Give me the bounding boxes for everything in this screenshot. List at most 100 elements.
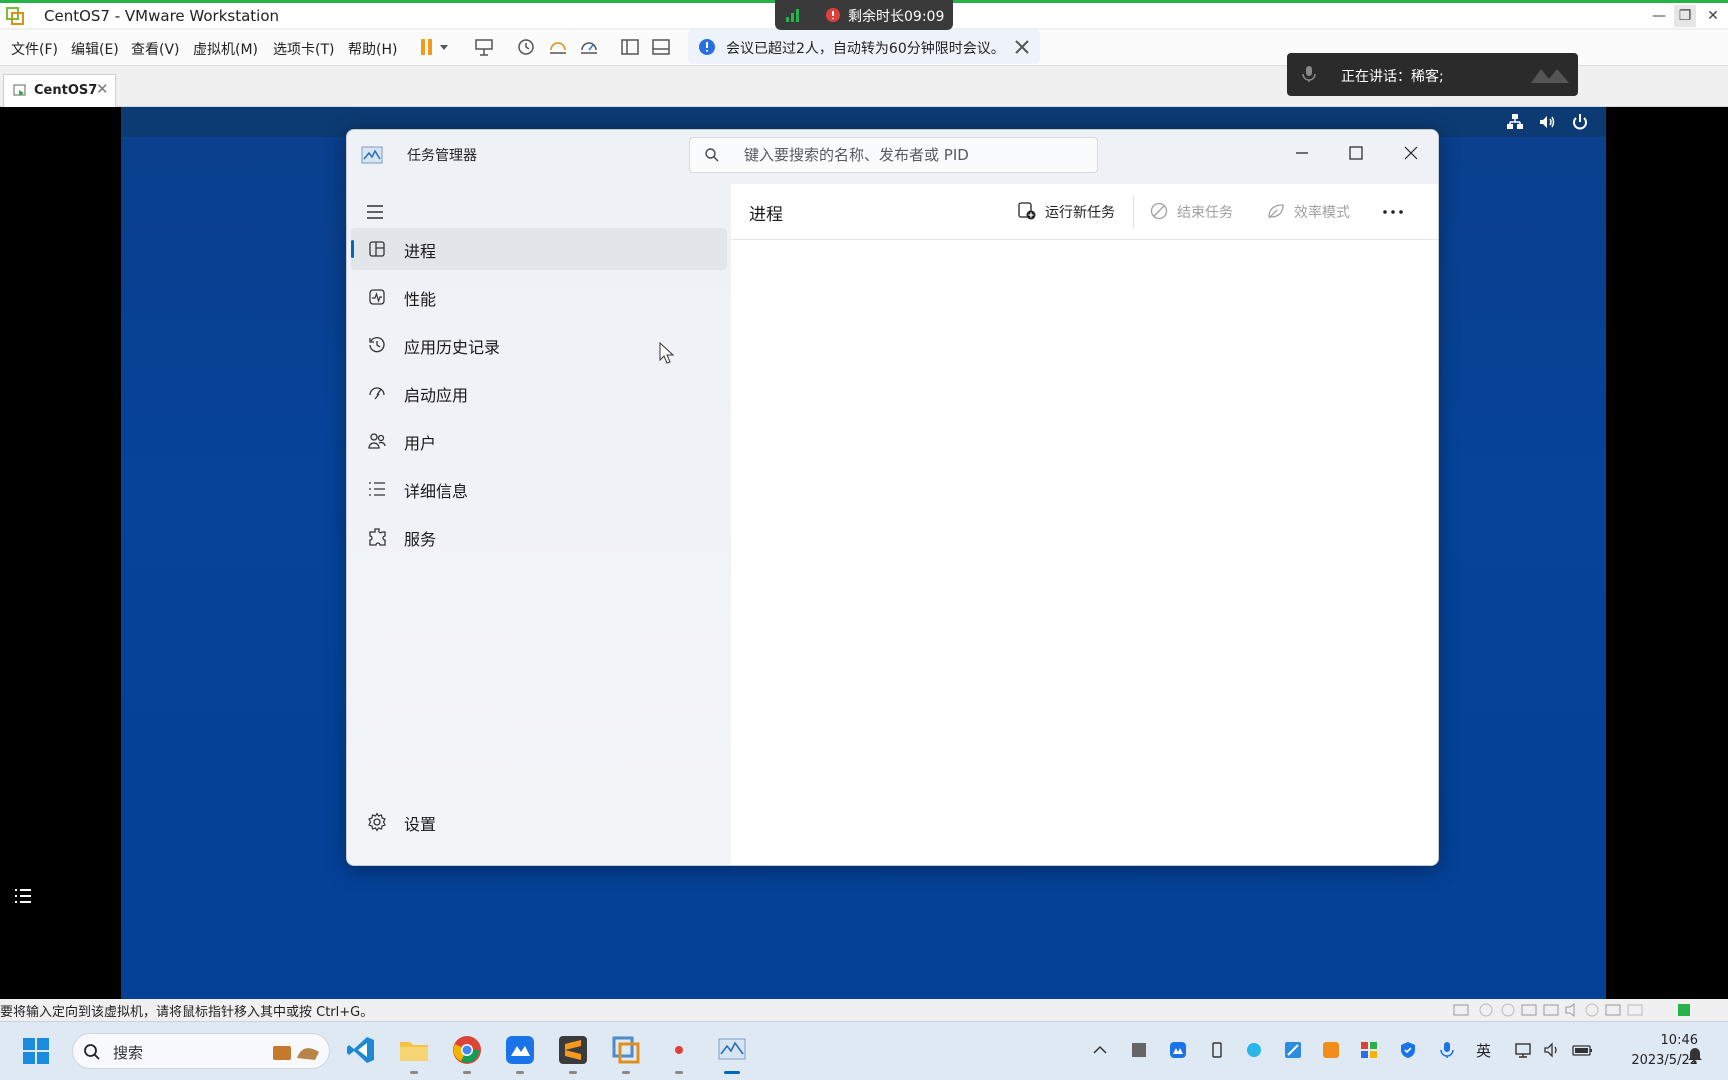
tm-minimize-button[interactable]	[1287, 138, 1317, 168]
more-dots-icon	[1383, 210, 1403, 214]
menu-tabs[interactable]: 选项卡(T)	[273, 39, 334, 59]
tray-meeting-icon[interactable]	[1169, 1041, 1187, 1059]
tray-app-orange-icon[interactable]	[1322, 1041, 1340, 1059]
end-task-label: 结束任务	[1177, 205, 1233, 221]
nav-item-processes[interactable]: 进程	[351, 228, 727, 270]
efficiency-mode-button[interactable]: 效率模式	[1266, 200, 1356, 224]
vmware-taskbar-icon[interactable]	[610, 1034, 642, 1066]
revert-snapshot-icon[interactable]	[547, 36, 569, 58]
battery-icon[interactable]	[1572, 1041, 1594, 1059]
nav-item-startup-apps[interactable]: 启动应用	[351, 372, 727, 414]
run-new-task-button[interactable]: 运行新任务	[1017, 200, 1121, 224]
menu-view[interactable]: 查看(V)	[131, 39, 180, 59]
search-highlight-icon	[273, 1046, 319, 1060]
process-search-box[interactable]	[689, 137, 1098, 173]
menu-edit[interactable]: 编辑(E)	[71, 39, 119, 59]
app-history-icon	[369, 337, 385, 353]
taskbar-search-box[interactable]: 搜索	[72, 1033, 330, 1069]
restore-button[interactable]: ❐	[1674, 5, 1696, 27]
search-input[interactable]	[744, 144, 1084, 166]
task-manager-window: 任务管理器 进程	[346, 129, 1439, 866]
nav-item-users[interactable]: 用户	[351, 420, 727, 462]
tm-maximize-button[interactable]	[1341, 138, 1371, 168]
network-icon[interactable]	[1506, 113, 1524, 131]
running-indicator	[569, 1071, 577, 1074]
nav-item-details[interactable]: 详细信息	[351, 468, 727, 510]
task-manager-taskbar-icon[interactable]	[716, 1034, 748, 1066]
microphone-icon	[1302, 66, 1316, 82]
notification-bell-icon[interactable]	[1686, 1045, 1704, 1063]
snapshot-icon[interactable]	[515, 36, 537, 58]
meeting-timer: 剩余时长09:09	[775, 0, 953, 30]
screen-recorder-icon[interactable]	[663, 1034, 695, 1066]
meeting-notice-text: 会议已超过2人，自动转为60分钟限时会议。	[726, 41, 1005, 57]
more-options-button[interactable]	[1379, 200, 1407, 224]
search-icon	[84, 1044, 100, 1060]
menu-file[interactable]: 文件(F)	[11, 39, 58, 59]
tray-editor-icon[interactable]	[1284, 1041, 1302, 1059]
show-hidden-icons-icon[interactable]	[1091, 1041, 1109, 1059]
tray-microphone-icon[interactable]	[1438, 1041, 1456, 1059]
input-language-indicator[interactable]: 英	[1476, 1040, 1491, 1061]
processes-icon	[369, 241, 385, 257]
hamburger-menu-icon[interactable]	[365, 202, 385, 222]
speaker-icon[interactable]	[1543, 1041, 1561, 1059]
meeting-logo-icon	[1531, 69, 1569, 83]
settings-gear-icon	[368, 812, 386, 832]
menu-help[interactable]: 帮助(H)	[348, 39, 397, 59]
chrome-icon[interactable]	[451, 1034, 483, 1066]
speaking-indicator: 正在讲话：稀客;	[1287, 53, 1578, 96]
device-status-icons[interactable]	[1452, 1002, 1692, 1018]
nav-label: 用户	[404, 434, 437, 453]
nav-label: 进程	[404, 242, 437, 261]
minimize-button[interactable]: —	[1648, 5, 1670, 27]
run-new-task-label: 运行新任务	[1045, 205, 1115, 221]
window-title: CentOS7 - VMware Workstation	[44, 7, 280, 25]
snapshot-manager-icon[interactable]	[578, 36, 600, 58]
library-view-icon[interactable]	[619, 36, 641, 58]
nav-item-services[interactable]: 服务	[351, 516, 727, 558]
nav-item-settings[interactable]: 设置	[351, 801, 727, 843]
vmware-statusbar: 要将输入定向到该虚拟机，请将鼠标指针移入其中或按 Ctrl+G。	[0, 999, 1728, 1021]
nav-label: 启动应用	[404, 386, 469, 405]
startup-apps-icon	[369, 387, 385, 400]
security-shield-icon[interactable]	[1399, 1041, 1417, 1059]
efficiency-mode-label: 效率模式	[1294, 205, 1350, 221]
tray-app-grid-icon[interactable]	[1360, 1041, 1378, 1059]
running-indicator	[622, 1071, 630, 1074]
tencent-meeting-icon[interactable]	[504, 1034, 536, 1066]
nav-label: 详细信息	[404, 482, 469, 501]
running-indicator	[675, 1071, 683, 1074]
pause-icon[interactable]	[418, 36, 454, 58]
active-indicator	[351, 240, 354, 258]
menu-vm[interactable]: 虚拟机(M)	[193, 39, 258, 59]
windows-taskbar: 搜索 英 10:46 2023/5/22	[0, 1021, 1728, 1080]
file-explorer-icon[interactable]	[398, 1034, 430, 1066]
vscode-icon[interactable]	[345, 1034, 377, 1066]
tm-close-button[interactable]	[1396, 138, 1426, 168]
thumbnail-view-icon[interactable]	[650, 36, 672, 58]
mouse-cursor-icon	[659, 342, 675, 364]
close-button[interactable]: ✕	[1702, 5, 1724, 27]
sublime-text-icon[interactable]	[557, 1034, 589, 1066]
nav-item-performance[interactable]: 性能	[351, 276, 727, 318]
efficiency-leaf-icon	[1268, 204, 1284, 219]
guest-list-menu-icon[interactable]	[12, 885, 34, 907]
tray-app-icon[interactable]	[1130, 1041, 1148, 1059]
tab-centos7[interactable]: CentOS7 ✕	[3, 74, 116, 107]
running-indicator	[410, 1071, 418, 1074]
volume-icon[interactable]	[1538, 113, 1556, 131]
page-title: 进程	[749, 205, 783, 225]
toolbar-divider	[1133, 196, 1134, 228]
notice-close-icon[interactable]	[1014, 39, 1030, 55]
tab-close-icon[interactable]: ✕	[96, 80, 109, 98]
power-icon[interactable]	[1571, 113, 1589, 131]
run-new-task-icon	[1018, 202, 1036, 220]
network-monitor-icon[interactable]	[1514, 1041, 1532, 1059]
status-text: 要将输入定向到该虚拟机，请将鼠标指针移入其中或按 Ctrl+G。	[0, 1005, 374, 1020]
tray-cloud-icon[interactable]	[1245, 1041, 1263, 1059]
send-ctrl-alt-del-icon[interactable]	[473, 36, 495, 58]
windows-start-icon[interactable]	[22, 1037, 50, 1065]
usb-device-icon[interactable]	[1208, 1041, 1226, 1059]
end-task-button[interactable]: 结束任务	[1149, 200, 1239, 224]
